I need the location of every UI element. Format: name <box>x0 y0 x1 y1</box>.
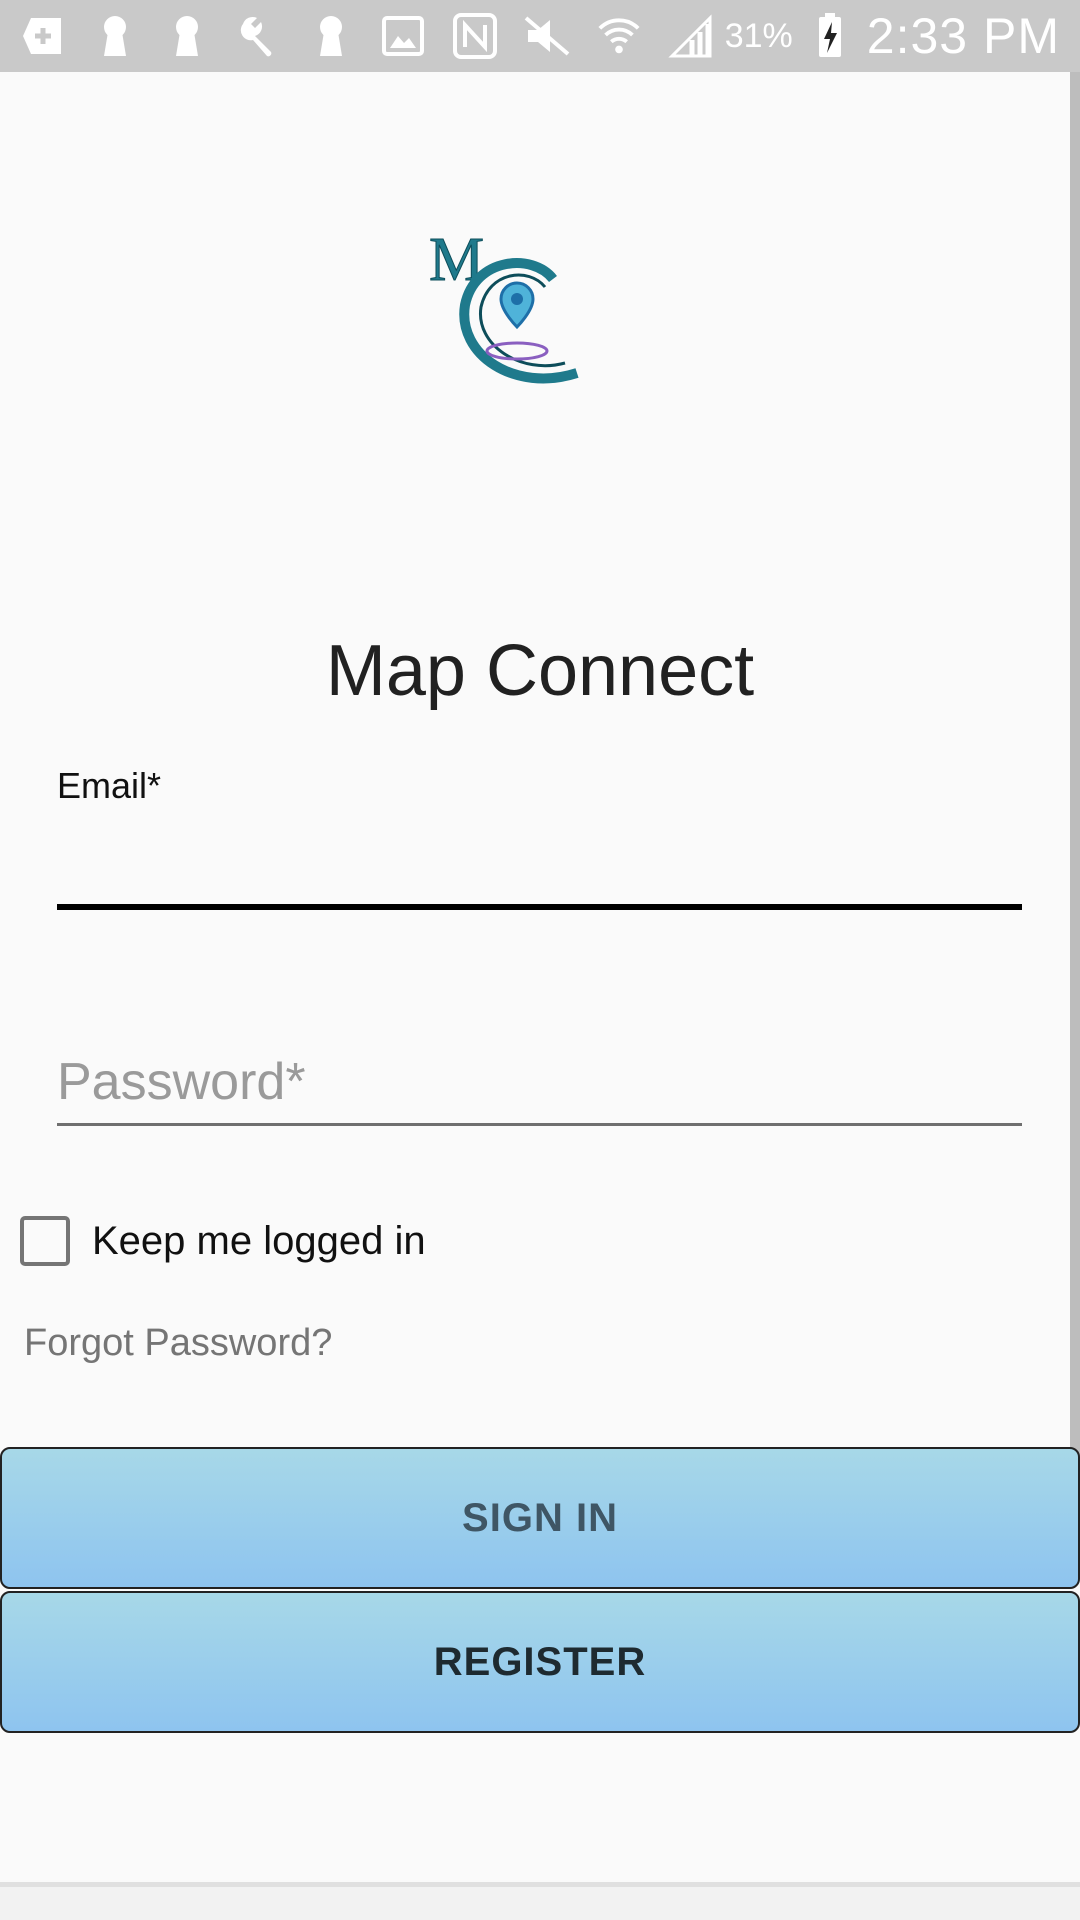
keyhole-icon <box>308 13 354 59</box>
nfc-icon <box>452 13 498 59</box>
keep-logged-in-label[interactable]: Keep me logged in <box>92 1219 426 1264</box>
clock: 2:33 PM <box>866 8 1060 64</box>
battery-percent: 31% <box>724 16 793 55</box>
login-screen: 31% 2:33 PM M Map Connect Email* Keep me… <box>0 0 1080 1920</box>
app-title: Map Connect <box>325 631 755 711</box>
wifi-icon <box>596 13 642 59</box>
status-right: 31% 2:33 PM <box>725 0 1060 72</box>
notification-icons <box>20 13 714 59</box>
keep-logged-in-row[interactable]: Keep me logged in <box>20 1216 426 1266</box>
keyhole-icon <box>164 13 210 59</box>
bottom-edge <box>0 1882 1080 1920</box>
image-icon <box>380 13 426 59</box>
wrench-icon <box>236 13 282 59</box>
forgot-password-link[interactable]: Forgot Password? <box>24 1322 332 1365</box>
keyhole-icon <box>92 13 138 59</box>
mute-icon <box>524 13 570 59</box>
battery-charging-icon <box>807 13 853 59</box>
signal-icon <box>668 13 714 59</box>
status-bar: 31% 2:33 PM <box>0 0 1080 72</box>
email-label: Email* <box>57 765 162 806</box>
add-box-icon <box>20 13 66 59</box>
email-field[interactable] <box>57 820 1022 910</box>
register-button[interactable]: REGISTER <box>0 1591 1080 1733</box>
keep-logged-in-checkbox[interactable] <box>20 1216 70 1266</box>
sign-in-button[interactable]: SIGN IN <box>0 1447 1080 1589</box>
app-logo: M <box>425 225 585 390</box>
scrollbar[interactable] <box>1070 72 1080 1562</box>
password-field[interactable] <box>57 1040 1022 1126</box>
